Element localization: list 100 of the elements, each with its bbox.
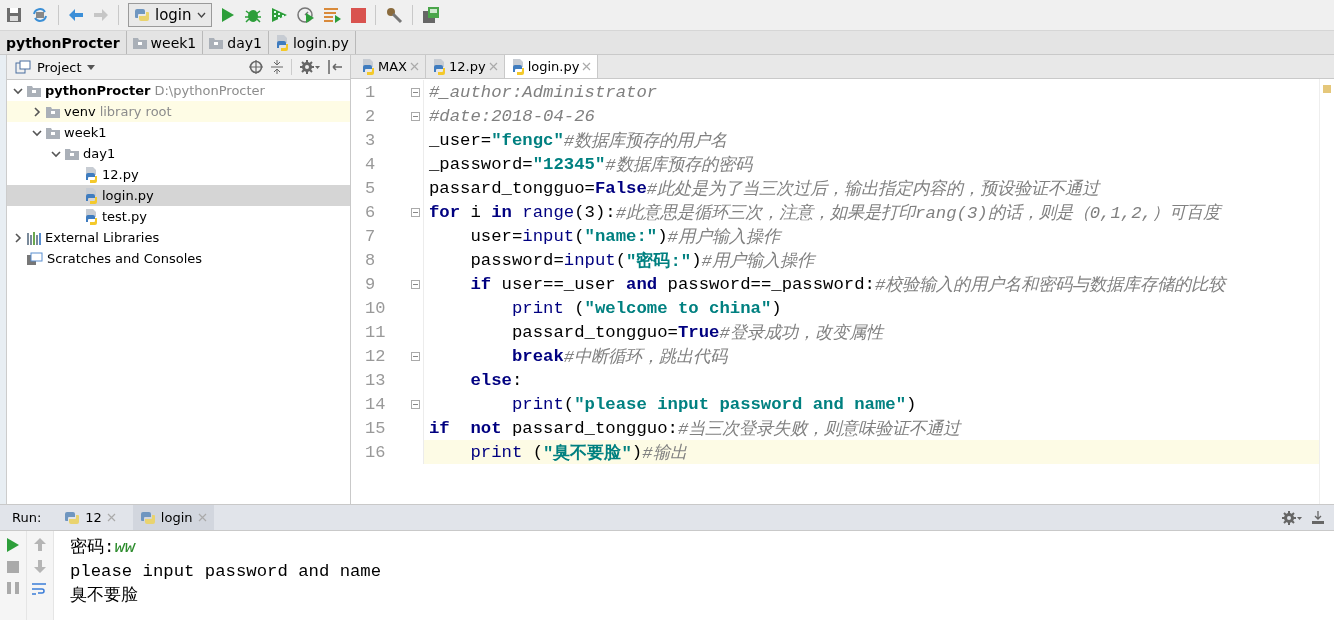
save-icon[interactable] bbox=[6, 7, 22, 23]
close-icon[interactable] bbox=[582, 62, 592, 71]
line-number: 3 bbox=[364, 130, 377, 150]
run-tab[interactable]: login bbox=[132, 505, 214, 530]
code-line: for i in range(3):#此意思是循环三次，注意，如果是打印rang(3)的话，则是（0,1,2,）可百度 bbox=[424, 200, 1319, 224]
close-icon[interactable] bbox=[410, 62, 419, 71]
tree-item-hint: library root bbox=[99, 104, 172, 119]
python-icon bbox=[64, 509, 81, 526]
tree-item[interactable]: test.py bbox=[7, 206, 350, 227]
code-line: _password="12345"#数据库预存的密码 bbox=[428, 153, 754, 176]
tree-item[interactable]: pythonProcter D:\pythonProcter bbox=[7, 80, 350, 101]
dropdown-caret-icon bbox=[196, 12, 206, 18]
folder-icon bbox=[132, 36, 147, 49]
line-number: 12 bbox=[364, 346, 387, 366]
line-number: 6 bbox=[364, 202, 377, 222]
run-config-dropdown[interactable]: login bbox=[128, 3, 212, 27]
code-line: #_author:Administrator bbox=[428, 81, 659, 104]
python-file-icon bbox=[361, 58, 375, 75]
floppy-disk-icon[interactable] bbox=[421, 6, 440, 24]
hide-panel-icon[interactable] bbox=[328, 60, 342, 74]
fold-marker-icon[interactable] bbox=[410, 351, 420, 361]
library-shelf-icon bbox=[27, 230, 41, 245]
code-line: #date:2018-04-26 bbox=[428, 105, 596, 128]
tree-item[interactable]: External Libraries bbox=[7, 227, 350, 248]
stop-icon[interactable] bbox=[350, 7, 366, 23]
line-number: 16 bbox=[364, 442, 387, 462]
tree-item[interactable]: 12.py bbox=[7, 164, 350, 185]
folder-icon bbox=[65, 147, 79, 160]
tree-item[interactable]: day1 bbox=[7, 143, 350, 164]
breadcrumb-item[interactable]: login.py bbox=[268, 31, 356, 54]
fold-marker-icon[interactable] bbox=[410, 279, 420, 289]
line-number: 10 bbox=[364, 298, 387, 318]
line-number: 7 bbox=[364, 226, 377, 246]
console-icon bbox=[27, 251, 43, 266]
line-number: 11 bbox=[364, 322, 387, 342]
fold-marker-icon[interactable] bbox=[410, 399, 420, 409]
run-panel-label: Run: bbox=[12, 510, 42, 525]
dropdown-caret-icon bbox=[87, 64, 96, 70]
line-number: 14 bbox=[364, 394, 387, 414]
project-view-dropdown[interactable]: Project bbox=[15, 59, 96, 75]
python-icon bbox=[134, 7, 150, 23]
breadcrumb-item[interactable]: week1 bbox=[126, 31, 204, 54]
python-file-icon bbox=[510, 58, 525, 75]
down-arrow-icon[interactable] bbox=[34, 560, 46, 573]
fold-marker-icon[interactable] bbox=[410, 207, 420, 217]
up-arrow-icon[interactable] bbox=[34, 538, 46, 551]
editor-tab[interactable]: login.py bbox=[504, 55, 599, 78]
pause-icon[interactable] bbox=[7, 582, 19, 594]
code-line: passard_tongguo=True#登录成功，改变属性 bbox=[510, 321, 886, 344]
coverage-icon[interactable] bbox=[270, 7, 288, 23]
project-view-icon bbox=[15, 60, 31, 74]
run-list-icon[interactable] bbox=[323, 7, 342, 23]
tree-item[interactable]: week1 bbox=[7, 122, 350, 143]
line-number: 13 bbox=[364, 370, 387, 390]
profile-icon[interactable] bbox=[296, 6, 315, 24]
back-arrow-icon[interactable] bbox=[68, 8, 84, 22]
debug-bug-icon[interactable] bbox=[243, 7, 262, 23]
tree-item[interactable]: venv library root bbox=[7, 101, 350, 122]
download-icon[interactable] bbox=[1312, 510, 1324, 525]
code-line: if user==_user and password==_password:#校验输入的用户名和密码与数据库存储的比较 bbox=[469, 273, 1228, 296]
code-line: password=input("密码:")#用户输入操作 bbox=[469, 249, 817, 272]
python-icon bbox=[139, 509, 156, 526]
collapse-icon[interactable] bbox=[271, 60, 283, 74]
folder-icon bbox=[209, 36, 224, 49]
sync-icon[interactable] bbox=[31, 7, 49, 23]
tree-item[interactable]: Scratches and Consoles bbox=[7, 248, 350, 269]
tree-item[interactable]: login.py bbox=[7, 185, 350, 206]
code-line: if not passard_tongguo:#当三次登录失败，则意味验证不通过 bbox=[428, 417, 963, 440]
soft-wrap-icon[interactable] bbox=[32, 582, 48, 596]
folder-icon bbox=[46, 105, 60, 118]
line-number: 8 bbox=[364, 250, 377, 270]
code-line: _user="fengc"#数据库预存的用户名 bbox=[428, 129, 729, 152]
crosshair-icon[interactable] bbox=[249, 60, 263, 74]
code-line: user=input("name:")#用户输入操作 bbox=[469, 225, 783, 248]
breadcrumb-item[interactable]: day1 bbox=[203, 31, 269, 54]
line-number: 4 bbox=[364, 154, 377, 174]
fold-marker-icon[interactable] bbox=[410, 87, 420, 97]
code-line: else: bbox=[469, 369, 524, 392]
inspection-status-icon bbox=[1323, 85, 1331, 93]
code-line: break#中断循环，跳出代码 bbox=[510, 345, 729, 368]
close-icon[interactable] bbox=[106, 513, 116, 522]
editor-tab[interactable]: 12.py bbox=[426, 55, 505, 78]
breadcrumb-item[interactable]: pythonProcter bbox=[0, 31, 127, 54]
close-icon[interactable] bbox=[488, 62, 498, 71]
folder-icon bbox=[27, 84, 41, 97]
console-output-line: please input password and name bbox=[70, 561, 382, 583]
run-icon[interactable] bbox=[220, 7, 235, 23]
tree-item-hint: D:\pythonProcter bbox=[154, 83, 265, 98]
gear-icon[interactable] bbox=[1282, 510, 1302, 525]
python-file-icon bbox=[84, 208, 98, 225]
code-line: print ("welcome to china") bbox=[510, 297, 783, 320]
line-number: 9 bbox=[364, 274, 377, 294]
python-file-icon bbox=[84, 187, 98, 204]
gear-icon[interactable] bbox=[300, 60, 320, 74]
run-icon[interactable] bbox=[7, 538, 19, 552]
python-file-icon bbox=[432, 58, 446, 75]
run-tab[interactable]: 12 bbox=[57, 505, 123, 530]
editor-tab[interactable]: MAX bbox=[355, 55, 426, 78]
fold-marker-icon[interactable] bbox=[410, 111, 420, 121]
wrench-icon[interactable] bbox=[384, 6, 403, 24]
